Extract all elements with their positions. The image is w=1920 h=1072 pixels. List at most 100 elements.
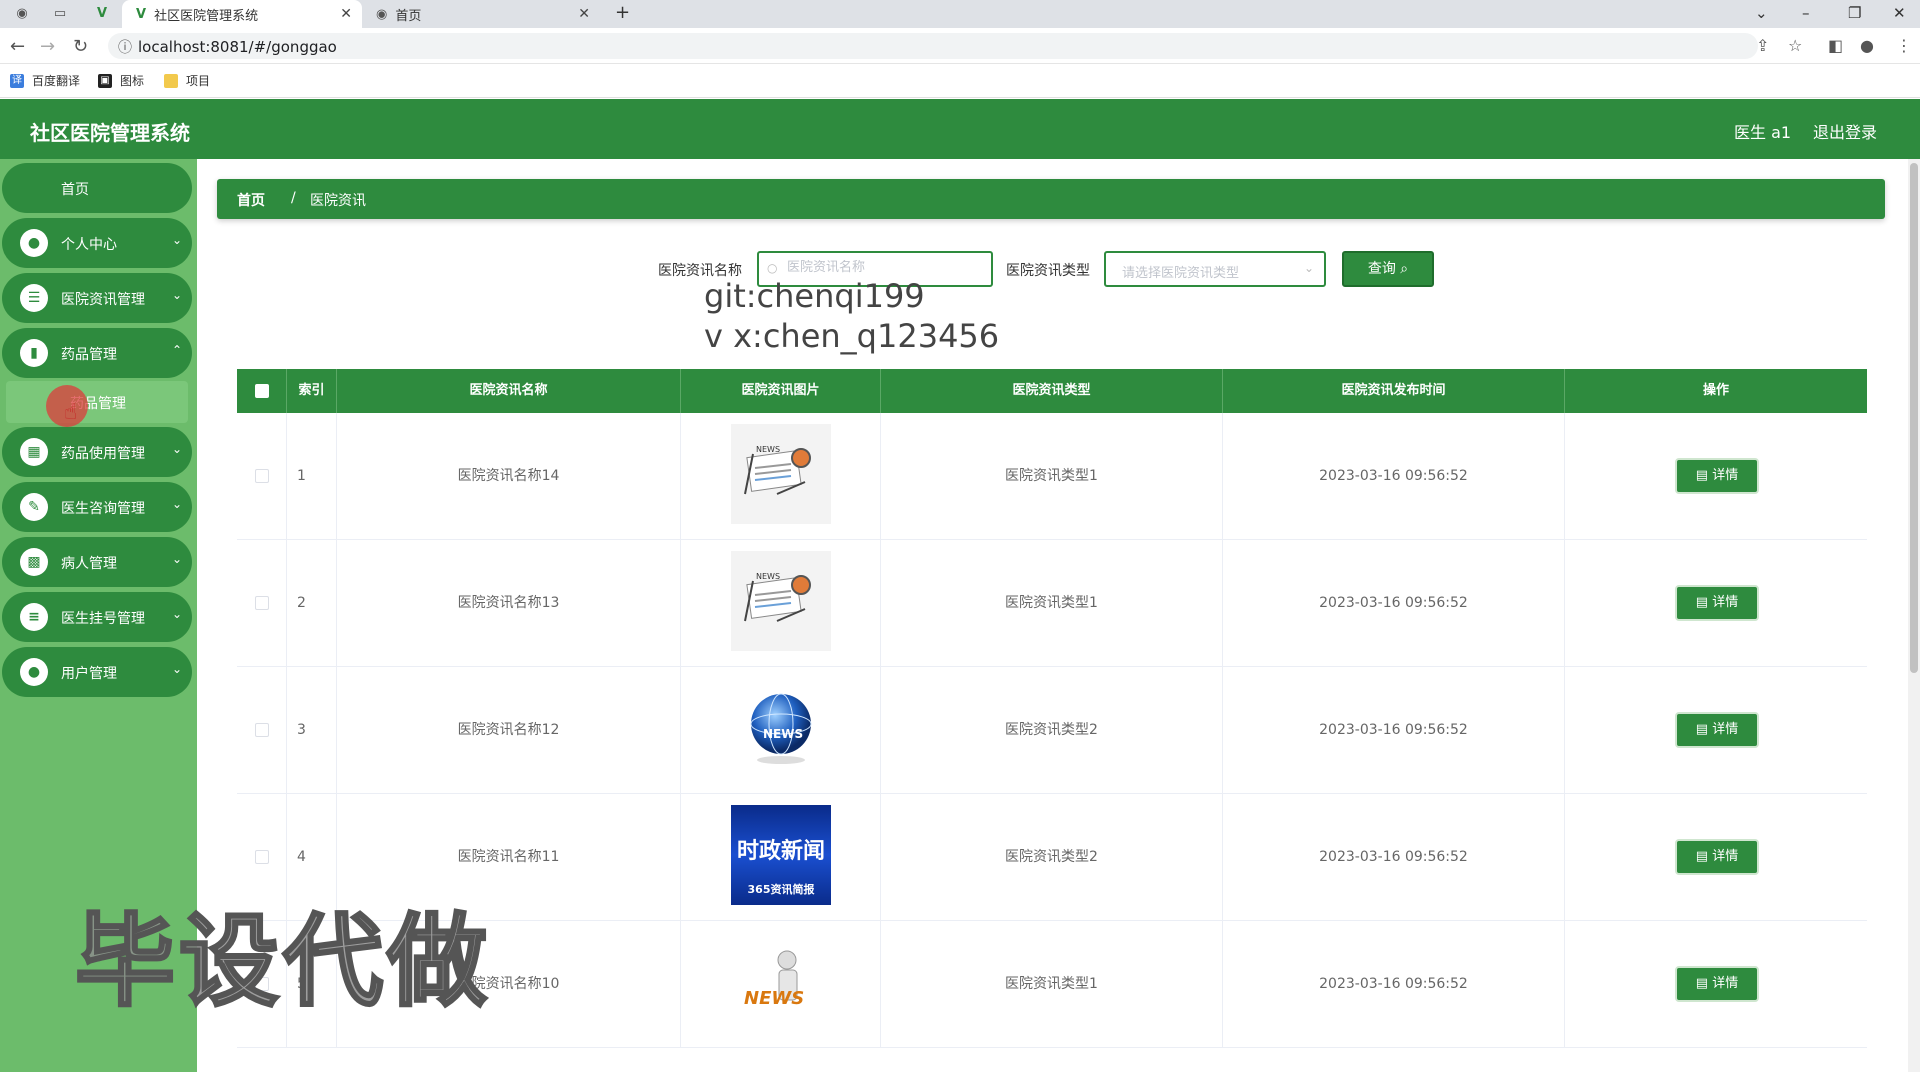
bookmark-project[interactable]: 项目 (164, 72, 210, 89)
sidebar-item-label: 医生挂号管理 (61, 611, 145, 627)
action-cell: ▤ 详情 (1565, 667, 1867, 794)
sidebar-item-registration[interactable]: ≡ 医生挂号管理 ⌄ (2, 592, 192, 642)
new-tab-icon[interactable]: + (615, 2, 630, 23)
banner-title: 时政新闻 (736, 839, 825, 864)
time-cell: 2023-03-16 09:56:52 (1223, 540, 1565, 667)
sidebar-item-home[interactable]: 首页 (2, 163, 192, 213)
url-field[interactable]: ⓘ localhost:8081/#/gonggao (108, 33, 1758, 59)
minimize-icon[interactable]: – (1802, 4, 1810, 22)
star-icon[interactable]: ☆ (1788, 36, 1802, 55)
sliders-icon: ☰ (20, 284, 48, 312)
sidepanel-icon[interactable]: ◧ (1828, 36, 1843, 55)
logout-link[interactable]: 退出登录 (1813, 119, 1877, 143)
info-icon[interactable]: ⓘ (118, 37, 132, 57)
url-text: localhost:8081/#/gonggao (138, 38, 337, 56)
restore-icon[interactable]: ❐ (1848, 4, 1861, 22)
query-button[interactable]: 查询 ⌕ (1342, 251, 1434, 287)
breadcrumb-home[interactable]: 首页 (237, 190, 265, 210)
scrollbar-thumb[interactable] (1910, 163, 1918, 673)
header-checkbox-cell (237, 369, 287, 413)
detail-button-label: 详情 (1712, 849, 1739, 864)
news-word: NEWS (744, 988, 805, 1009)
row-checkbox[interactable] (255, 723, 269, 737)
column-header-image: 医院资讯图片 (681, 369, 881, 413)
time-cell: 2023-03-16 09:56:52 (1223, 921, 1565, 1048)
bookmark-label: 百度翻译 (32, 74, 81, 88)
folder-icon (164, 73, 178, 88)
browser-tab-bar: ◉ ▭ V V 社区医院管理系统 ✕ ◉ 首页 ✕ + ⌄ – ❐ ✕ (0, 0, 1920, 28)
detail-button[interactable]: ▤ 详情 (1675, 585, 1759, 621)
sidebar-item-drug-usage[interactable]: ▦ 药品使用管理 ⌄ (2, 427, 192, 477)
apps-icon: ▩ (20, 548, 48, 576)
document-icon: ▤ (1695, 849, 1713, 864)
sidebar-subitem-drug-management[interactable]: 药品管理 (6, 381, 188, 423)
chrome-icon[interactable]: ◉ (12, 6, 32, 22)
news-type-placeholder: 请选择医院资讯类型 (1122, 266, 1240, 281)
globe-icon: ◉ (376, 6, 388, 22)
hand-cursor-icon: ☝ (64, 400, 78, 425)
reload-icon[interactable]: ↻ (73, 36, 88, 57)
sidebar-item-label: 首页 (61, 182, 89, 198)
document-icon: ▤ (1695, 595, 1713, 610)
close-tab-icon[interactable]: ✕ (578, 6, 590, 22)
tab-placeholder-icon[interactable]: ▭ (50, 6, 70, 22)
image-icon: ▣ (98, 73, 112, 88)
row-checkbox[interactable] (255, 469, 269, 483)
column-header-type: 医院资讯类型 (881, 369, 1223, 413)
sidebar-item-drug-management[interactable]: ▮ 药品管理 ⌃ (2, 328, 192, 378)
profile-icon[interactable]: ● (1860, 36, 1874, 55)
action-cell: ▤ 详情 (1565, 921, 1867, 1048)
sidebar-item-doctor-consult[interactable]: ✎ 医生咨询管理 ⌄ (2, 482, 192, 532)
row-checkbox[interactable] (255, 850, 269, 864)
detail-button[interactable]: ▤ 详情 (1675, 966, 1759, 1002)
vue-icon[interactable]: V (92, 6, 112, 22)
image-cell: NEWS (681, 413, 881, 540)
forward-icon[interactable]: → (40, 36, 55, 57)
menu-icon[interactable]: ⋮ (1896, 36, 1912, 55)
sidebar-item-label: 病人管理 (61, 556, 117, 572)
bar-chart-icon: ▮ (20, 339, 48, 367)
chevron-down-icon: ⌄ (171, 233, 182, 247)
tab-home[interactable]: ◉ 首页 ✕ (366, 0, 600, 28)
news-type-select[interactable]: 请选择医院资讯类型 ⌄ (1104, 251, 1326, 287)
news-name-input[interactable] (787, 260, 982, 275)
chevron-down-icon: ⌄ (171, 288, 182, 302)
tab-active[interactable]: V 社区医院管理系统 ✕ (122, 0, 362, 28)
banner-subtitle: 365资讯简报 (747, 883, 815, 896)
chevron-down-icon: ⌄ (171, 497, 182, 511)
chat-icon: ✎ (20, 493, 48, 521)
name-cell: 医院资讯名称13 (337, 540, 681, 667)
detail-button[interactable]: ▤ 详情 (1675, 839, 1759, 875)
sidebar-item-news-management[interactable]: ☰ 医院资讯管理 ⌄ (2, 273, 192, 323)
bookmark-baidu-translate[interactable]: 译 百度翻译 (10, 72, 80, 89)
select-all-checkbox[interactable] (255, 384, 269, 398)
sidebar-item-patient-management[interactable]: ▩ 病人管理 ⌄ (2, 537, 192, 587)
index-cell: 3 (287, 667, 337, 794)
detail-button-label: 详情 (1712, 976, 1739, 991)
sidebar-item-label: 药品管理 (61, 347, 117, 363)
checkbox-cell (237, 540, 287, 667)
document-icon: ▤ (1695, 976, 1713, 991)
detail-button-label: 详情 (1712, 468, 1739, 483)
chevron-down-icon: ⌄ (1303, 261, 1314, 275)
detail-button[interactable]: ▤ 详情 (1675, 458, 1759, 494)
watermark-wechat: v x:chen_q123456 (704, 317, 1000, 355)
image-cell: NEWS (681, 667, 881, 794)
share-icon[interactable]: ⇪ (1756, 36, 1769, 55)
row-checkbox[interactable] (255, 596, 269, 610)
tab-title: 首页 (395, 8, 422, 24)
close-tab-icon[interactable]: ✕ (340, 6, 352, 22)
document-icon: ▤ (1695, 722, 1713, 737)
news-paper-icon (731, 424, 831, 524)
list-icon: ≡ (20, 603, 48, 631)
tab-search-icon[interactable]: ⌄ (1755, 4, 1768, 22)
close-window-icon[interactable]: ✕ (1893, 4, 1906, 22)
page-scrollbar[interactable] (1908, 159, 1920, 1072)
sidebar-item-user-management[interactable]: ● 用户管理 ⌄ (2, 647, 192, 697)
chevron-down-icon: ⌄ (171, 552, 182, 566)
back-icon[interactable]: ← (10, 36, 25, 57)
sidebar-item-personal-center[interactable]: ● 个人中心 ⌄ (2, 218, 192, 268)
detail-button[interactable]: ▤ 详情 (1675, 712, 1759, 748)
bookmark-icons[interactable]: ▣ 图标 (98, 72, 144, 89)
news-word: NEWS (756, 572, 781, 581)
